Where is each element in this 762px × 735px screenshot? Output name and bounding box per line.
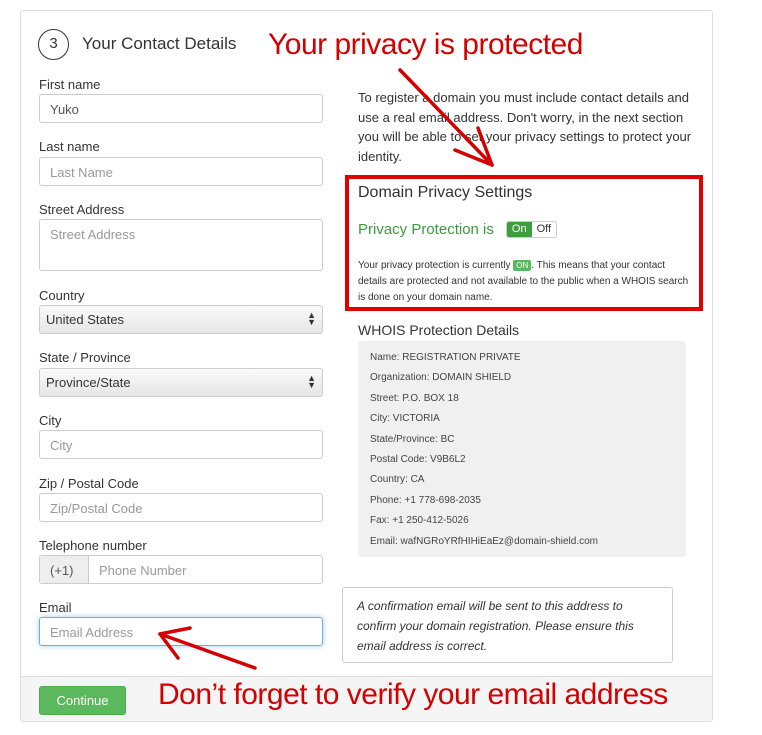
annotation-arrows [158, 68, 494, 670]
arrow-to-privacy-icon [398, 68, 494, 167]
